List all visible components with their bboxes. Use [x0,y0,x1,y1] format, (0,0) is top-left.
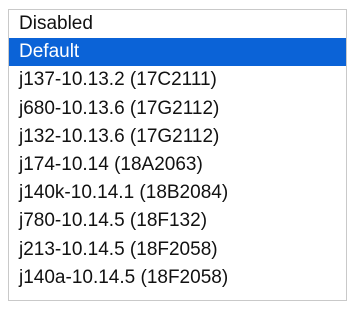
list-item-disabled[interactable]: Disabled [9,10,346,38]
list-item-default[interactable]: Default [9,38,346,67]
list-item-j680[interactable]: j680-10.13.6 (17G2112) [9,95,346,123]
list-item-j174[interactable]: j174-10.14 (18A2063) [9,151,346,179]
list-item-j132[interactable]: j132-10.13.6 (17G2112) [9,123,346,151]
list-item-j140k[interactable]: j140k-10.14.1 (18B2084) [9,179,346,207]
options-list[interactable]: Disabled Default j137-10.13.2 (17C2111) … [8,9,347,301]
list-item-j213[interactable]: j213-10.14.5 (18F2058) [9,236,346,264]
list-item-j140a[interactable]: j140a-10.14.5 (18F2058) [9,264,346,292]
list-item-j137[interactable]: j137-10.13.2 (17C2111) [9,66,346,94]
list-item-j780[interactable]: j780-10.14.5 (18F132) [9,207,346,235]
options-listbox[interactable]: Disabled Default j137-10.13.2 (17C2111) … [0,0,363,309]
